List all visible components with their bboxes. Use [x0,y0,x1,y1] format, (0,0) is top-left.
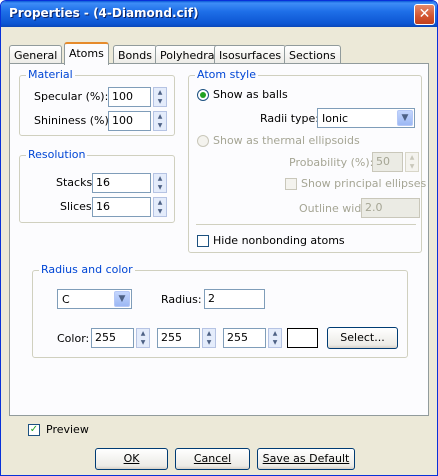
cancel-button[interactable]: Cancel [175,448,250,470]
tab-polyhedra[interactable]: Polyhedra [155,45,220,64]
color-blue-input[interactable]: 255 [223,328,266,348]
properties-dialog: Properties - (4-Diamond.cif) ✕ General A… [0,0,438,476]
color-green-input[interactable]: 255 [157,328,200,348]
show-as-balls-radio[interactable] [197,89,209,101]
window-title: Properties - (4-Diamond.cif) [9,6,199,20]
specular-input[interactable]: 100 [108,87,151,107]
color-red-input[interactable]: 255 [91,328,134,348]
color-label: Color: [57,332,90,345]
tab-general[interactable]: General [9,45,63,64]
color-blue-spinner-icon[interactable]: ▲ ▼ [268,328,282,348]
radius-input[interactable]: 2 [204,289,265,309]
thermal-ellipsoids-label[interactable]: Show as thermal ellipsoids [213,134,360,147]
close-button[interactable]: ✕ [414,4,435,25]
atom-style-divider [196,224,416,225]
radii-type-select[interactable]: Ionic ▼ [317,108,415,128]
tab-sections[interactable]: Sections [284,45,341,64]
shininess-input[interactable]: 100 [108,111,151,131]
probability-input[interactable]: 50 [372,152,403,172]
shininess-spinner-icon[interactable]: ▲ ▼ [153,111,167,131]
material-group-title: Material [26,68,75,81]
preview-label[interactable]: Preview [46,423,89,436]
stacks-label: Stacks: [56,176,96,189]
color-swatch [287,328,318,348]
shininess-label: Shininess (%): [34,114,113,127]
atom-style-group-title: Atom style [195,68,258,81]
color-red-spinner-icon[interactable]: ▲ ▼ [136,328,150,348]
slices-spinner-icon[interactable]: ▲ ▼ [153,197,167,217]
hide-nonbonding-label[interactable]: Hide nonbonding atoms [213,234,345,247]
radius-color-group-title: Radius and color [39,263,135,276]
ok-button[interactable]: OK [95,448,168,470]
principal-ellipses-label[interactable]: Show principal ellipses [301,177,426,190]
chevron-down-icon[interactable]: ▼ [114,291,130,307]
tab-isosurfaces[interactable]: Isosurfaces [214,45,287,64]
principal-ellipses-checkbox[interactable] [285,178,297,190]
probability-spinner-icon[interactable]: ▲ ▼ [405,152,419,172]
slices-input[interactable]: 16 [92,197,151,217]
close-icon: ✕ [418,6,431,22]
probability-label: Probability (%): [289,156,374,169]
thermal-ellipsoids-radio[interactable] [197,135,209,147]
outline-width-input[interactable]: 2.0 [361,198,420,218]
specular-label: Specular (%): [34,90,109,103]
radii-type-label: Radii type: [260,112,320,125]
save-as-default-button[interactable]: Save as Default [257,448,355,470]
radius-label: Radius: [161,293,202,306]
select-color-button[interactable]: Select... [327,327,398,349]
title-bar[interactable]: Properties - (4-Diamond.cif) ✕ [1,1,437,27]
element-select[interactable]: C ▼ [57,289,132,309]
preview-checkbox[interactable]: ✓ [28,424,40,436]
resolution-group-title: Resolution [26,148,88,161]
slices-label: Slices: [60,200,96,213]
radii-type-value: Ionic [322,112,349,125]
ok-button-label: OK [123,452,140,465]
stacks-spinner-icon[interactable]: ▲ ▼ [153,173,167,193]
hide-nonbonding-checkbox[interactable] [197,235,209,247]
tab-bonds[interactable]: Bonds [113,45,157,64]
atoms-tab-panel: Material Specular (%): 100 ▲ ▼ Shininess … [9,63,429,416]
save-as-default-label: Save as Default [262,452,350,465]
checkmark-icon: ✓ [29,424,39,435]
specular-spinner-icon[interactable]: ▲ ▼ [153,87,167,107]
stacks-input[interactable]: 16 [92,173,151,193]
color-green-spinner-icon[interactable]: ▲ ▼ [202,328,216,348]
show-as-balls-label[interactable]: Show as balls [213,88,288,101]
tab-atoms[interactable]: Atoms [64,42,109,65]
element-value: C [62,293,70,306]
chevron-down-icon[interactable]: ▼ [397,110,413,126]
cancel-button-label: Cancel [193,452,232,465]
